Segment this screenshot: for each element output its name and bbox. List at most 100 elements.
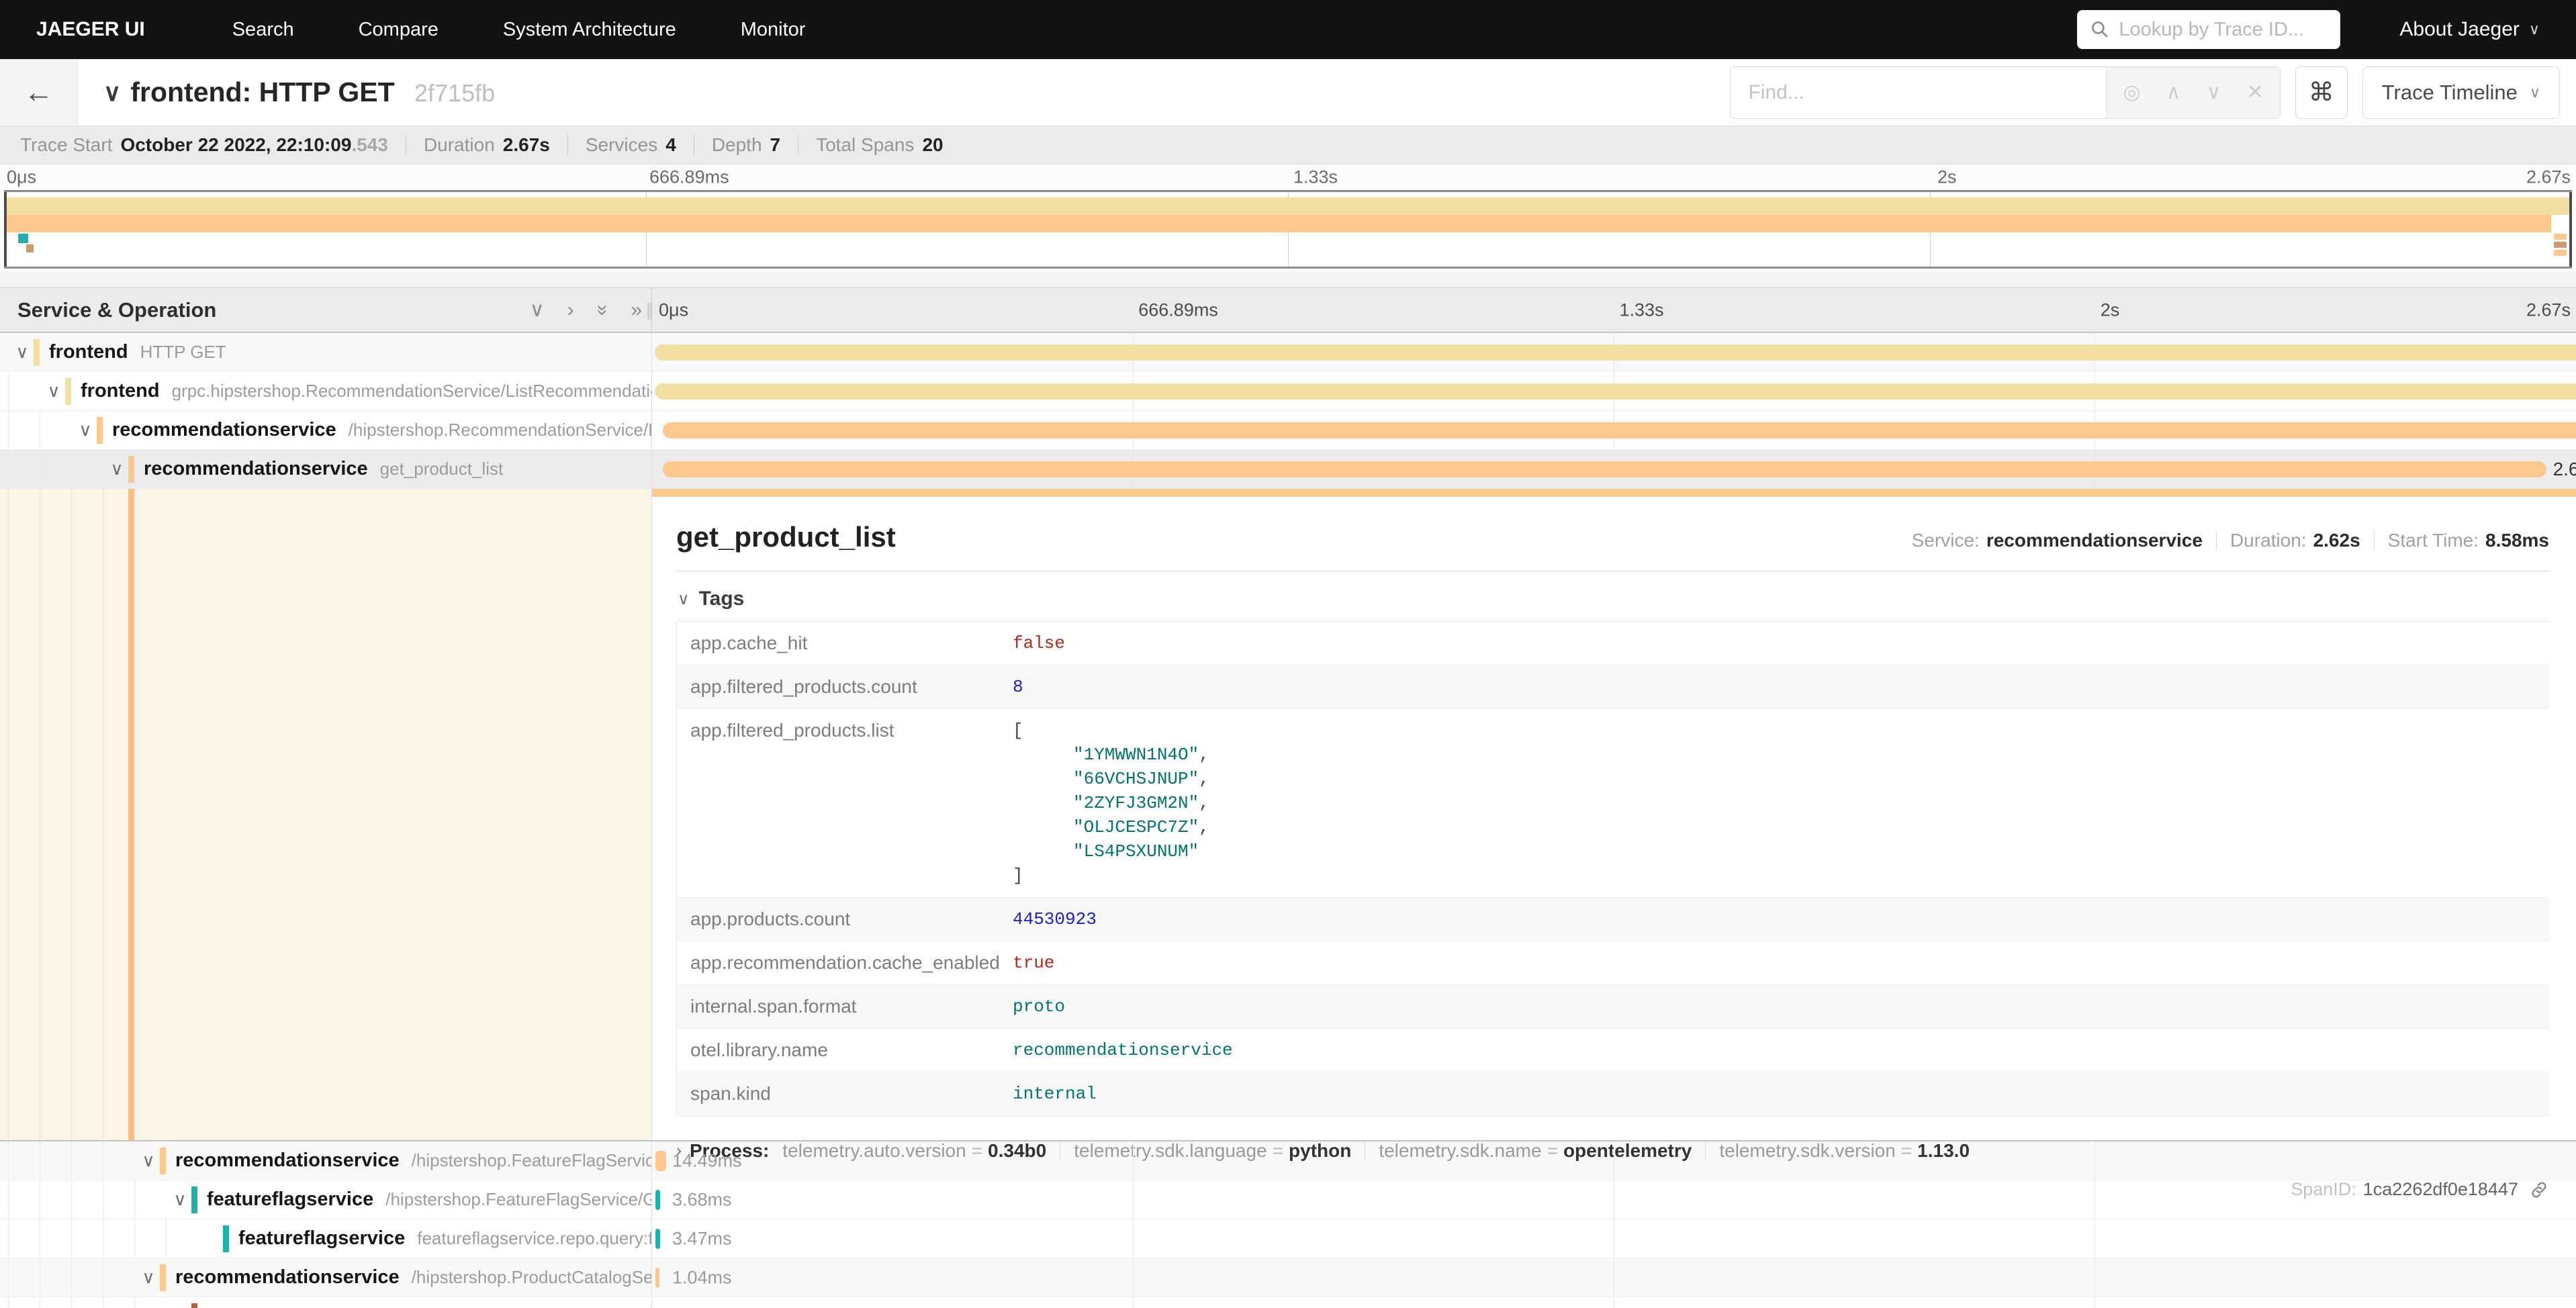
expand-chevron-down-icon[interactable]: ∨: [42, 381, 65, 402]
span-row-name-cell[interactable]: ∨recommendationservice/hipstershop.Produ…: [0, 1258, 651, 1297]
expand-one-chevron-right-icon[interactable]: ›: [567, 299, 574, 322]
minimap-span-mark: [2554, 234, 2567, 240]
span-duration-bar[interactable]: [655, 383, 2576, 400]
span-duration-tick[interactable]: [655, 1190, 660, 1210]
span-row-timeline-cell[interactable]: 3.68ms: [651, 1180, 2576, 1219]
span-meta-label: Duration:: [2230, 530, 2307, 551]
span-row[interactable]: ∨recommendationservice/hipstershop.Featu…: [0, 1141, 2576, 1180]
tag-row[interactable]: span.kindinternal: [677, 1072, 2549, 1115]
span-row-name-cell[interactable]: ∨recommendationservice/hipstershop.Featu…: [0, 1141, 651, 1180]
span-duration-label: 2.62s: [2553, 459, 2576, 480]
span-meta: Service:recommendationserviceDuration:2.…: [1912, 530, 2549, 551]
tag-row[interactable]: internal.span.formatproto: [677, 985, 2549, 1029]
span-row-name-cell[interactable]: ∨recommendationservice/hipstershop.Recom…: [0, 411, 651, 450]
tag-row[interactable]: app.recommendation.cache_enabledtrue: [677, 941, 2549, 985]
summary-label: Services: [586, 134, 657, 156]
tag-row[interactable]: app.products.count44530923: [677, 898, 2549, 941]
span-row[interactable]: ∨recommendationservice/hipstershop.Recom…: [0, 411, 2576, 450]
span-row-timeline-cell[interactable]: 2.62s: [651, 450, 2576, 489]
span-duration-label: 3.47ms: [672, 1228, 732, 1249]
find-input[interactable]: [1748, 81, 2088, 104]
focus-target-icon[interactable]: ◎: [2123, 81, 2140, 104]
service-color-bar: [65, 378, 71, 405]
tag-row[interactable]: app.filtered_products.count8: [677, 665, 2549, 709]
collapse-all-double-chevron-down-icon[interactable]: »: [591, 304, 614, 316]
span-row[interactable]: ∨frontendgrpc.hipstershop.Recommendation…: [0, 372, 2576, 411]
trace-id-search-box[interactable]: [2077, 10, 2340, 49]
about-jaeger-menu[interactable]: About Jaeger ∨: [2399, 18, 2540, 41]
find-field[interactable]: [1731, 67, 2107, 118]
keyboard-shortcuts-button[interactable]: ⌘: [2295, 66, 2348, 119]
span-row[interactable]: ∨recommendationserviceget_product_list 2.…: [0, 450, 2576, 489]
span-row-timeline-cell[interactable]: [651, 372, 2576, 411]
span-row-name-cell[interactable]: ∨featureflagservice/hipstershop.FeatureF…: [0, 1180, 651, 1219]
tag-key: app.recommendation.cache_enabled: [690, 951, 1013, 974]
trace-id-search-input[interactable]: [2119, 19, 2328, 41]
span-duration-bar[interactable]: [655, 344, 2576, 361]
timeline-minimap[interactable]: 0μs666.89ms1.33s2s2.67s: [0, 165, 2576, 271]
span-row-timeline-cell[interactable]: [651, 411, 2576, 450]
nav-item-monitor[interactable]: Monitor: [741, 19, 806, 41]
minimap-span-mark: [2554, 242, 2567, 248]
collapse-trace-chevron-icon[interactable]: ∨: [103, 79, 121, 107]
span-row-timeline-cell[interactable]: [651, 333, 2576, 372]
expand-chevron-down-icon[interactable]: ∨: [74, 420, 97, 440]
trace-view-selector[interactable]: Trace Timeline ∨: [2362, 66, 2560, 119]
prev-result-chevron-up-icon[interactable]: ∧: [2166, 81, 2181, 104]
span-row-name-cell[interactable]: ∨frontendgrpc.hipstershop.Recommendation…: [0, 372, 651, 411]
expand-chevron-down-icon[interactable]: ∨: [137, 1267, 160, 1288]
tag-row[interactable]: app.cache_hitfalse: [677, 622, 2549, 665]
span-row[interactable]: ∨recommendationservice/hipstershop.Produ…: [0, 1258, 2576, 1297]
nav-item-search[interactable]: Search: [232, 19, 294, 41]
span-row-timeline-cell[interactable]: 14.49ms: [651, 1141, 2576, 1180]
span-row-name-cell[interactable]: [0, 1297, 651, 1308]
tag-row[interactable]: app.filtered_products.list["1YMWWN1N4O",…: [677, 709, 2549, 898]
span-duration-tick[interactable]: [655, 1268, 659, 1288]
collapse-one-chevron-down-icon[interactable]: ∨: [530, 298, 545, 322]
span-row[interactable]: ∨frontendHTTP GET: [0, 333, 2576, 372]
expand-chevron-down-icon[interactable]: ∨: [137, 1150, 160, 1171]
list-close-bracket: ]: [1013, 863, 1209, 888]
time-tick-label: 1.33s: [1620, 299, 1664, 320]
span-row[interactable]: [0, 1297, 2576, 1308]
timeline-time-axis[interactable]: 0μs666.89ms1.33s2s2.67s: [651, 288, 2576, 332]
span-row[interactable]: ∨featureflagservice/hipstershop.FeatureF…: [0, 1180, 2576, 1219]
nav-item-compare[interactable]: Compare: [359, 19, 439, 41]
span-row-name-cell[interactable]: featureflagservicefeatureflagservice.rep…: [0, 1219, 651, 1258]
span-duration-bar[interactable]: [663, 461, 2546, 477]
span-detail-row: get_product_list Service:recommendations…: [0, 489, 2576, 1141]
tag-row[interactable]: otel.library.namerecommendationservice: [677, 1029, 2549, 1072]
expand-chevron-down-icon[interactable]: ∨: [11, 342, 34, 363]
tag-value: internal: [1013, 1082, 1097, 1106]
tag-value: recommendationservice: [1013, 1038, 1233, 1062]
summary-value: 2.67s: [503, 134, 550, 156]
span-row-name-cell[interactable]: ∨frontendHTTP GET: [0, 333, 651, 372]
summary-item: Trace StartOctober 22 2022, 22:10:09.543: [20, 134, 388, 156]
span-duration-label: 1.04ms: [672, 1267, 732, 1288]
clear-find-close-icon[interactable]: ✕: [2247, 81, 2264, 104]
expand-chevron-down-icon[interactable]: ∨: [169, 1189, 191, 1210]
trace-summary-bar: Trace StartOctober 22 2022, 22:10:09.543…: [0, 126, 2576, 165]
minimap-left-drag-handle[interactable]: [4, 192, 7, 267]
span-row-name-cell[interactable]: ∨recommendationserviceget_product_list: [0, 450, 651, 489]
expand-chevron-down-icon[interactable]: ∨: [105, 459, 128, 479]
jaeger-logo[interactable]: JAEGER UI: [36, 18, 145, 41]
tags-section-toggle[interactable]: ∨ Tags: [678, 588, 2549, 610]
span-row[interactable]: featureflagservicefeatureflagservice.rep…: [0, 1219, 2576, 1258]
service-color-bar: [191, 1186, 197, 1213]
expand-all-double-chevron-right-icon[interactable]: »: [631, 299, 642, 322]
back-button[interactable]: ←: [0, 59, 78, 126]
span-duration-tick[interactable]: [655, 1229, 660, 1249]
tag-value-bool: false: [1013, 633, 1065, 653]
span-duration-tick[interactable]: [655, 1151, 666, 1171]
nav-item-system-architecture[interactable]: System Architecture: [503, 19, 676, 41]
service-name: featureflagservice: [207, 1188, 373, 1211]
span-duration-bar[interactable]: [663, 422, 2576, 438]
span-row-timeline-cell[interactable]: [651, 1297, 2576, 1308]
span-row-timeline-cell[interactable]: 1.04ms: [651, 1258, 2576, 1297]
minimap-canvas[interactable]: [4, 190, 2572, 269]
next-result-chevron-down-icon[interactable]: ∨: [2207, 81, 2221, 104]
span-row-timeline-cell[interactable]: 3.47ms: [651, 1219, 2576, 1258]
minimap-right-drag-handle[interactable]: [2569, 192, 2572, 267]
tag-value-bool: true: [1013, 953, 1054, 973]
